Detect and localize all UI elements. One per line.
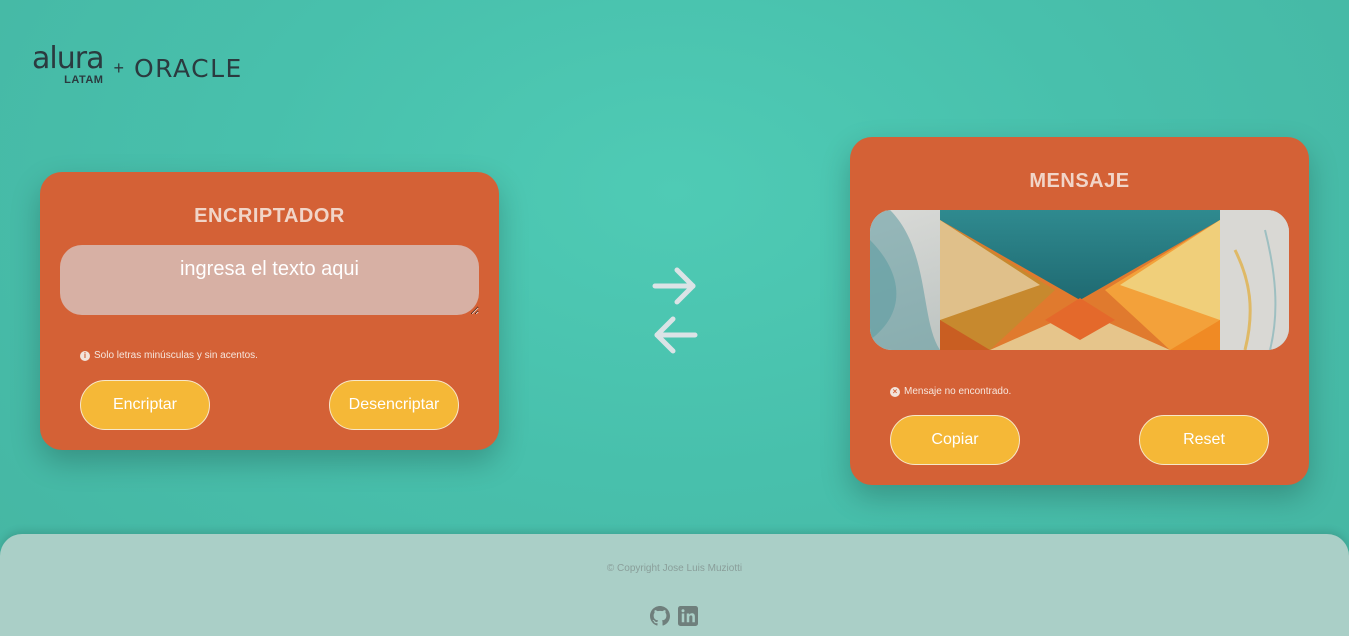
reset-button[interactable]: Reset — [1139, 415, 1269, 465]
alura-logo: alura LATAM — [32, 41, 104, 86]
info-icon: i — [80, 350, 90, 361]
github-icon[interactable] — [650, 606, 670, 626]
error-icon: × — [890, 386, 900, 397]
encrypt-button[interactable]: Encriptar — [80, 380, 210, 430]
input-hint: i Solo letras minúsculas y sin acentos. — [80, 350, 258, 361]
message-status: × Mensaje no encontrado. — [890, 386, 1011, 397]
copyright-text: © Copyright Jose Luis Muziotti — [606, 563, 743, 574]
message-card: MENSAJE × Mensaje no encontrado. Copiar … — [850, 137, 1309, 485]
alura-logo-latam: LATAM — [64, 74, 104, 86]
message-title: MENSAJE — [1029, 170, 1130, 192]
oracle-logo: ORACLE — [133, 53, 243, 83]
swap-arrows-icon — [648, 262, 702, 358]
envelope-illustration — [870, 210, 1289, 350]
footer: © Copyright Jose Luis Muziotti — [0, 534, 1349, 636]
logo-plus: + — [113, 57, 124, 78]
decrypt-button[interactable]: Desencriptar — [329, 380, 459, 430]
alura-logo-word: alura — [32, 41, 104, 76]
message-status-text: Mensaje no encontrado. — [904, 386, 1012, 397]
copy-button[interactable]: Copiar — [890, 415, 1020, 465]
text-input[interactable] — [60, 245, 479, 315]
input-hint-text: Solo letras minúsculas y sin acentos. — [94, 350, 258, 361]
brand-logo: alura LATAM + ORACLE — [32, 42, 243, 88]
encryptor-card: ENCRIPTADOR i Solo letras minúsculas y s… — [40, 172, 499, 450]
linkedin-icon[interactable] — [678, 606, 698, 626]
encryptor-title: ENCRIPTADOR — [194, 205, 345, 227]
social-links — [650, 606, 698, 626]
